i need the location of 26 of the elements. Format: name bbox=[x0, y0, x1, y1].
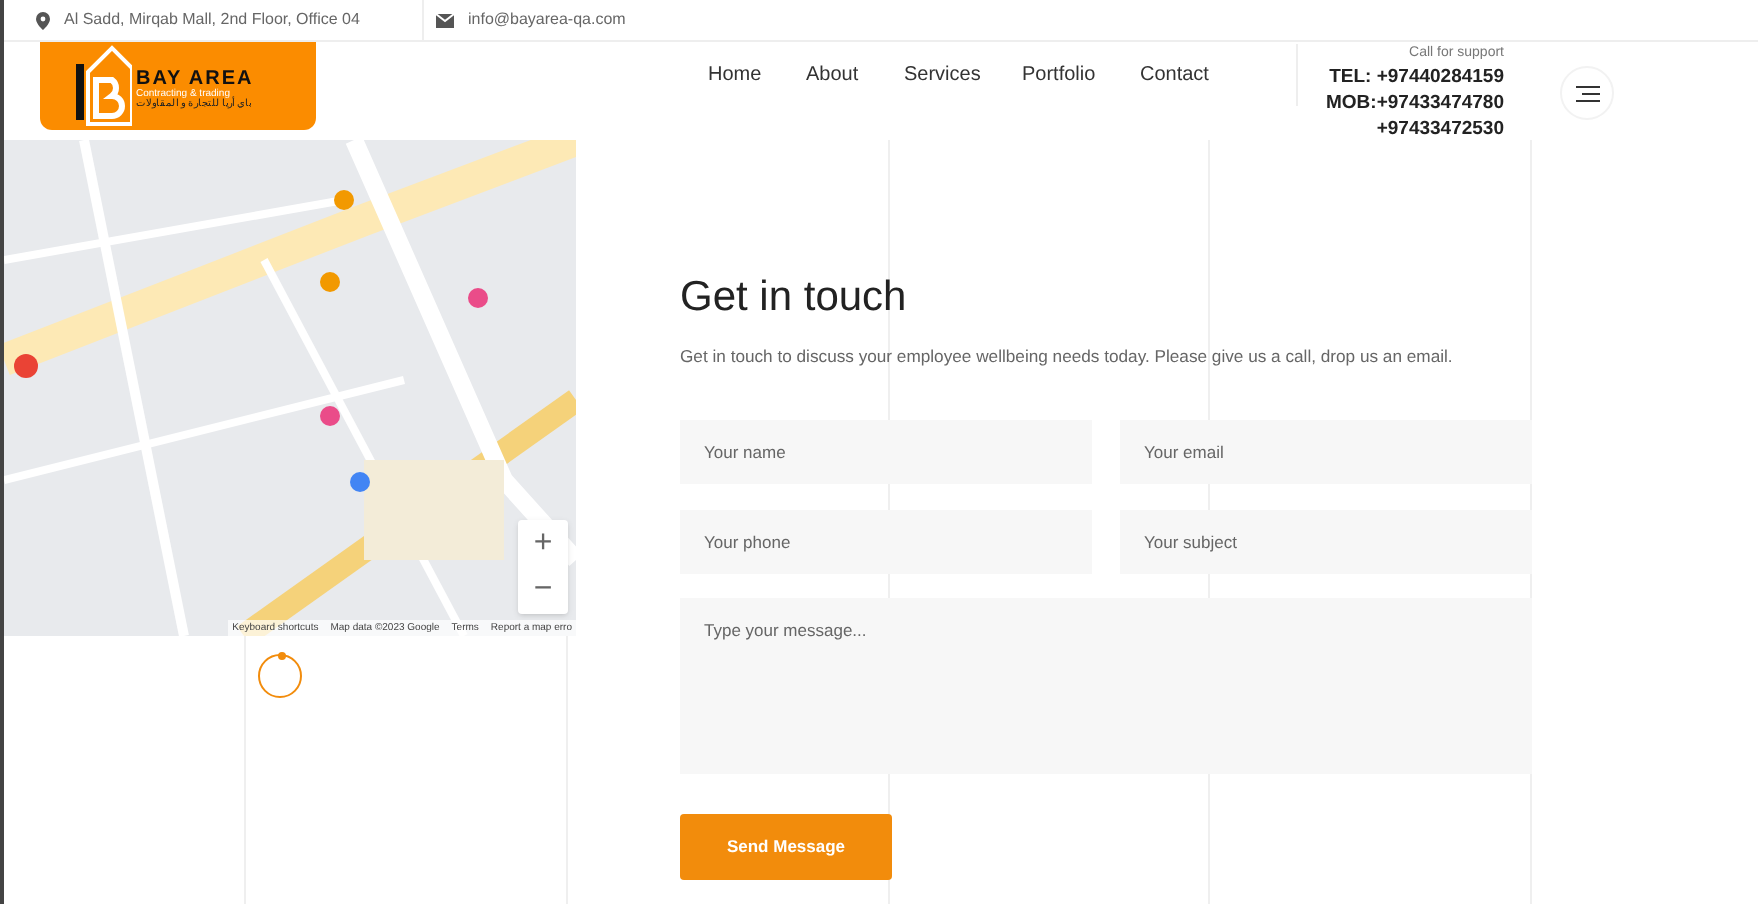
nav-link[interactable]: Home bbox=[708, 60, 806, 90]
nav-link[interactable]: Contact bbox=[1140, 60, 1240, 90]
address-text: Al Sadd, Mirqab Mall, 2nd Floor, Office 04 bbox=[64, 8, 360, 32]
logo-name: BAY AREA bbox=[136, 70, 254, 90]
phone-number: +97433472530 bbox=[1376, 116, 1504, 142]
phone-number: TEL: +97440284159 bbox=[1329, 64, 1504, 90]
nav-link[interactable]: Portfolio bbox=[1022, 60, 1140, 90]
input-field[interactable]: Your subject bbox=[1120, 509, 1532, 574]
location-pin-icon bbox=[36, 11, 50, 29]
menu-icon bbox=[1575, 85, 1599, 101]
input-field[interactable]: Your email bbox=[1120, 419, 1532, 484]
input-field[interactable]: Your phone bbox=[680, 509, 1092, 574]
building-icon bbox=[72, 44, 132, 128]
input-field[interactable]: Your name bbox=[680, 419, 1092, 484]
email-link[interactable]: info@bayarea-qa.com bbox=[468, 8, 626, 32]
envelope-icon bbox=[436, 13, 454, 27]
zoom-out-button[interactable]: − bbox=[518, 566, 568, 612]
nav-link[interactable]: Services bbox=[904, 60, 1022, 90]
zoom-in-button[interactable]: + bbox=[518, 520, 568, 566]
loading-spinner bbox=[258, 654, 302, 698]
phone-number: MOB:+97433474780 bbox=[1326, 90, 1504, 116]
message-field[interactable]: Type your message... bbox=[680, 597, 1532, 774]
nav-link[interactable]: About bbox=[806, 60, 904, 90]
section-title: Get in touch bbox=[680, 272, 909, 324]
section-description: Get in touch to discuss your employee wellbeing needs today. Please give us a call, drop us an email. bbox=[680, 344, 1455, 370]
menu-button[interactable] bbox=[1560, 66, 1614, 120]
